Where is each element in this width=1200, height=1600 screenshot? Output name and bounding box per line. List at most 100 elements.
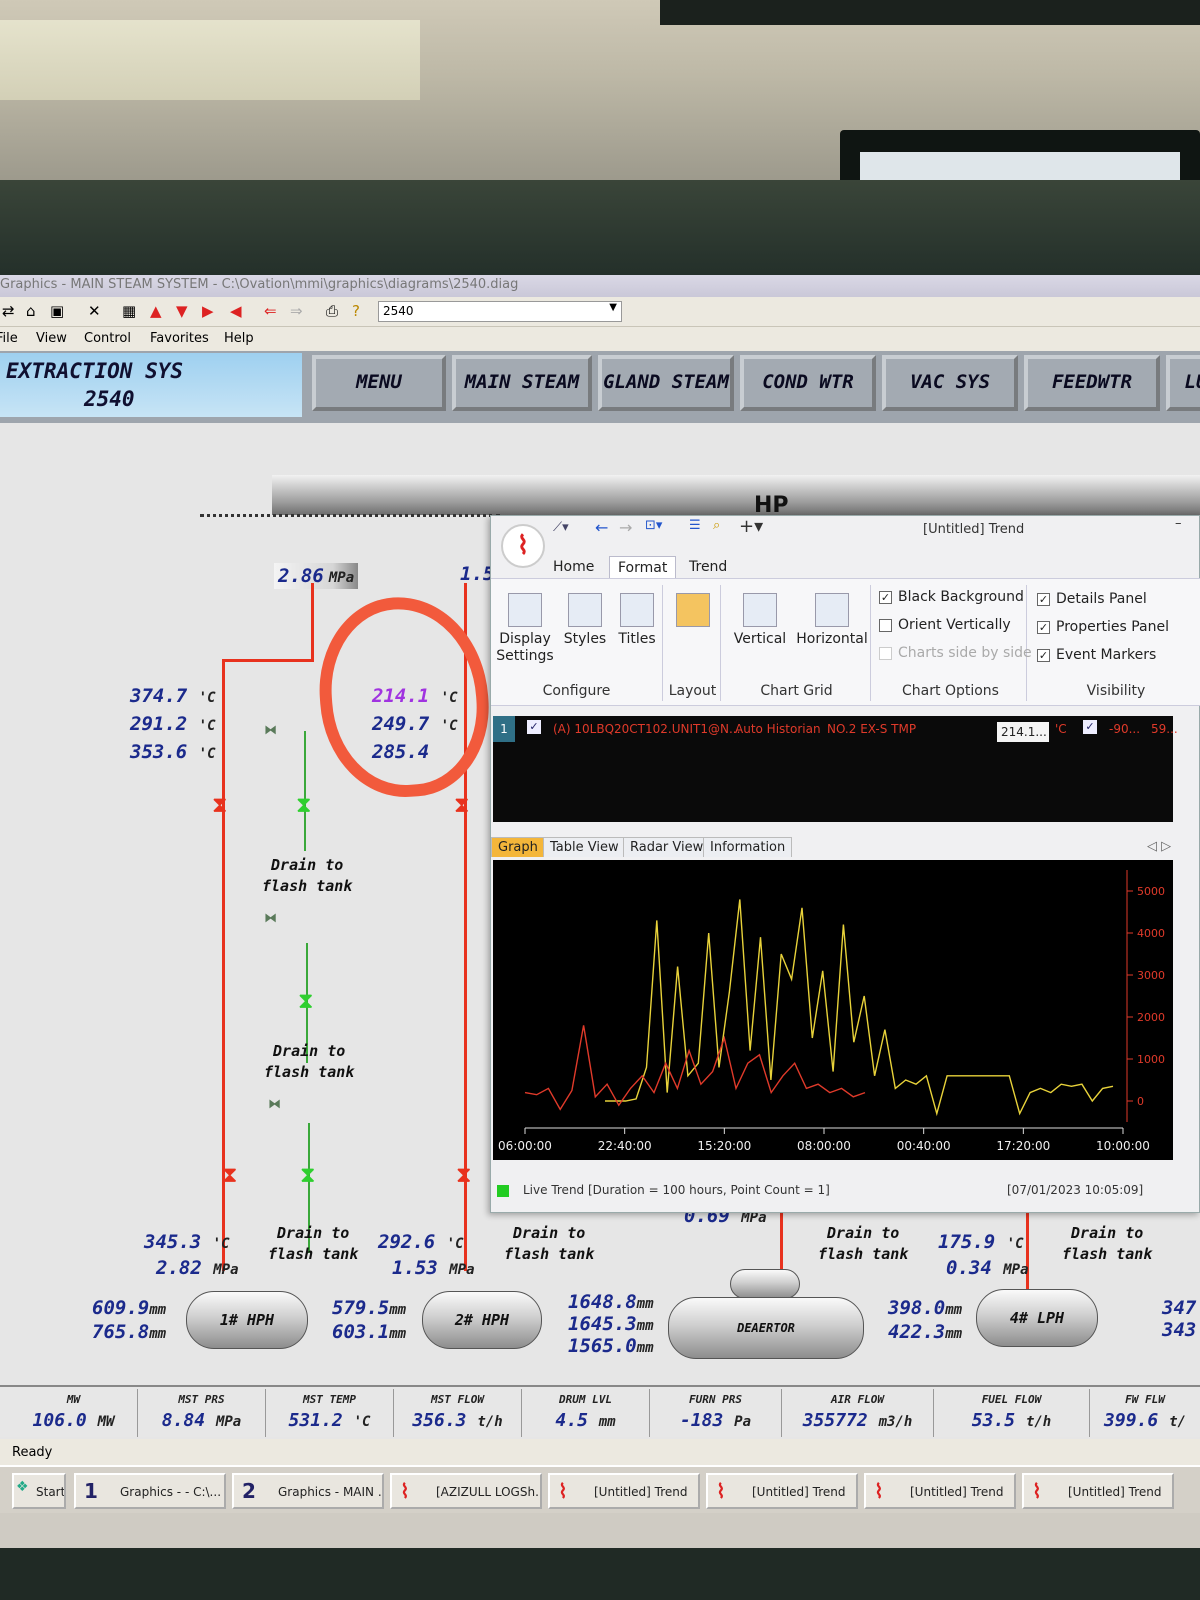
- tab-information[interactable]: Information: [703, 837, 793, 857]
- print-icon[interactable]: ⎙: [326, 302, 338, 320]
- zoom-icon[interactable]: ⊡▾: [645, 518, 662, 533]
- chart-grid-group-label: Chart Grid: [760, 683, 833, 699]
- tab-format[interactable]: Format: [609, 556, 677, 579]
- drain-2-isolation-valve-icon[interactable]: ⧓: [264, 911, 277, 926]
- styles-button[interactable]: Styles: [561, 593, 609, 648]
- history-forward-icon[interactable]: ⇒: [290, 302, 303, 320]
- drain-3-isolation-valve-icon[interactable]: ⧓: [268, 1097, 281, 1112]
- status-drum-lvl: DRUM LVL 4.5 mm: [522, 1389, 650, 1437]
- extraction-2-motor-valve-icon[interactable]: ⧗: [456, 1163, 471, 1188]
- taskbar-item-trend[interactable]: ⌇ [Untitled] Trend: [548, 1473, 700, 1509]
- drain-1-valve-icon[interactable]: ⧗: [296, 793, 311, 818]
- pen-visible-checkbox[interactable]: ✓: [527, 720, 541, 734]
- deaerator-vessel[interactable]: DEAERTOR: [668, 1297, 864, 1359]
- charts-side-by-side-checkbox[interactable]: Charts side by side: [879, 645, 1032, 661]
- taskbar-item-graphics-1[interactable]: 1 Graphics - - C:\...: [74, 1473, 226, 1509]
- pen-row[interactable]: 1 ✓ (A) 10LBQ20CT102.UNIT1@N... Auto His…: [493, 716, 1178, 742]
- ribbon: Display Settings Styles Titles Configure…: [491, 578, 1200, 706]
- tab-table-view[interactable]: Table View: [543, 837, 626, 857]
- diagram-select[interactable]: 2540 ▼: [378, 301, 622, 322]
- find-icon[interactable]: ⌕: [713, 518, 720, 533]
- nav-gland-steam-button[interactable]: GLAND STEAM: [598, 355, 734, 411]
- nav-menu-button[interactable]: MENU: [312, 355, 446, 411]
- lph4-inlet-pipe: [1026, 1203, 1029, 1293]
- trend-chart: 0 1000 2000 3000 4000 5000 06:00:00 22:40:00 15:…: [498, 870, 1165, 1153]
- drain-2-valve-icon[interactable]: ⧗: [298, 989, 313, 1014]
- lph4-vessel[interactable]: 4# LPH: [976, 1289, 1098, 1347]
- status-air-flow: AIR FLOW 355772 m3/h: [782, 1389, 934, 1437]
- chart-options-group: ✓ Black Background Orient Vertically Char…: [875, 585, 1032, 701]
- layout-button[interactable]: [673, 593, 713, 631]
- x-tick-label: 08:00:00: [797, 1139, 851, 1153]
- display-settings-button[interactable]: Display Settings: [495, 593, 555, 665]
- tab-radar-view[interactable]: Radar View: [623, 837, 711, 857]
- forward-icon[interactable]: →: [619, 518, 632, 537]
- extraction-1-motor-valve-icon[interactable]: ⧗: [222, 1163, 237, 1188]
- hph2-vessel[interactable]: 2# HPH: [422, 1291, 542, 1349]
- minimize-icon[interactable]: –: [1175, 516, 1182, 531]
- tab-trend[interactable]: Trend: [681, 556, 735, 578]
- visibility-group-label: Visibility: [1086, 683, 1146, 699]
- pen-source: Auto Historian: [735, 722, 821, 736]
- drain-1-isolation-valve-icon[interactable]: ⧓: [264, 723, 277, 738]
- close-icon[interactable]: ✕: [88, 302, 101, 320]
- extraction-1-pressure: 2.86 MPa: [274, 563, 359, 589]
- home-icon[interactable]: ⌂: [26, 302, 36, 320]
- horizontal-grid-button[interactable]: Horizontal: [795, 593, 869, 648]
- background-display: [660, 0, 1200, 25]
- tab-scroll-arrows-icon[interactable]: ◁ ▷: [1141, 837, 1177, 856]
- trend-app-icon: ⌇: [716, 1479, 726, 1503]
- nav-lu-button[interactable]: LU: [1166, 355, 1200, 411]
- menu-view[interactable]: View: [36, 331, 67, 346]
- chart-type-icon[interactable]: ⟋▾: [553, 520, 569, 535]
- open-icon[interactable]: ⇄: [2, 302, 15, 320]
- drain-3-valve-icon[interactable]: ⧗: [300, 1163, 315, 1188]
- diagram-select-value: 2540: [383, 304, 414, 318]
- start-button[interactable]: ❖ Start: [12, 1473, 66, 1509]
- details-panel-checkbox[interactable]: ✓ Details Panel: [1037, 591, 1147, 607]
- back-arrow-icon[interactable]: ◀: [230, 302, 242, 320]
- forward-arrow-icon[interactable]: ▶: [202, 302, 214, 320]
- window-icon[interactable]: ▣: [50, 302, 64, 320]
- vertical-grid-button[interactable]: Vertical: [727, 593, 793, 648]
- toolbar: ⇄ ⌂ ▣ ✕ ▦ ▲ ▼ ▶ ◀ ⇐ ⇒ ⎙ ? 2540 ▼: [0, 297, 1200, 327]
- trend-graph[interactable]: 0 1000 2000 3000 4000 5000 06:00:00 22:40:00 15:…: [493, 860, 1173, 1160]
- tab-graph[interactable]: Graph: [491, 837, 545, 857]
- menu-favorites[interactable]: Favorites: [150, 331, 209, 346]
- menu-help[interactable]: Help: [224, 331, 254, 346]
- menu-control[interactable]: Control: [84, 331, 131, 346]
- properties-panel-checkbox[interactable]: ✓ Properties Panel: [1037, 619, 1169, 635]
- add-icon[interactable]: +▾: [739, 516, 763, 537]
- nav-cond-wtr-button[interactable]: COND WTR: [740, 355, 876, 411]
- nav-main-steam-button[interactable]: MAIN STEAM: [452, 355, 592, 411]
- taskbar-item-graphics-2[interactable]: 2 Graphics - MAIN ...: [232, 1473, 384, 1509]
- diagram-icon[interactable]: ▦: [122, 302, 136, 320]
- taskbar-item-trend[interactable]: ⌇ [Untitled] Trend: [864, 1473, 1016, 1509]
- pen-scale-checkbox[interactable]: ✓: [1083, 720, 1097, 734]
- extraction-1-valve-icon[interactable]: ⧗: [212, 793, 227, 818]
- taskbar-item-logsheet[interactable]: ⌇ [AZIZULL LOGSh...: [390, 1473, 542, 1509]
- screen-bottom: [0, 1513, 1200, 1548]
- titles-button[interactable]: Titles: [613, 593, 661, 648]
- list-icon[interactable]: ☰: [689, 518, 701, 533]
- history-back-icon[interactable]: ⇐: [264, 302, 277, 320]
- page-title: EXTRACTION SYS 2540: [0, 353, 302, 417]
- trend-app-logo-icon[interactable]: ⌇: [501, 524, 545, 568]
- black-background-checkbox[interactable]: ✓ Black Background: [879, 589, 1024, 605]
- series-line: [605, 899, 1114, 1117]
- up-arrow-icon[interactable]: ▲: [150, 302, 162, 320]
- taskbar-item-trend[interactable]: ⌇ [Untitled] Trend: [706, 1473, 858, 1509]
- help-icon[interactable]: ?: [352, 302, 360, 320]
- nav-feedwtr-button[interactable]: FEEDWTR: [1024, 355, 1160, 411]
- nav-vac-sys-button[interactable]: VAC SYS: [882, 355, 1018, 411]
- orient-vertically-checkbox[interactable]: Orient Vertically: [879, 617, 1011, 633]
- screen: Graphics - MAIN STEAM SYSTEM - C:\Ovatio…: [0, 275, 1200, 1548]
- taskbar-item-trend[interactable]: ⌇ [Untitled] Trend: [1022, 1473, 1174, 1509]
- extraction-2-valve-icon[interactable]: ⧗: [454, 793, 469, 818]
- event-markers-checkbox[interactable]: ✓ Event Markers: [1037, 647, 1156, 663]
- back-icon[interactable]: ←: [595, 518, 608, 537]
- hph1-vessel[interactable]: 1# HPH: [186, 1291, 308, 1349]
- down-arrow-icon[interactable]: ▼: [176, 302, 188, 320]
- menu-file[interactable]: File: [0, 331, 18, 346]
- tab-home[interactable]: Home: [545, 556, 602, 578]
